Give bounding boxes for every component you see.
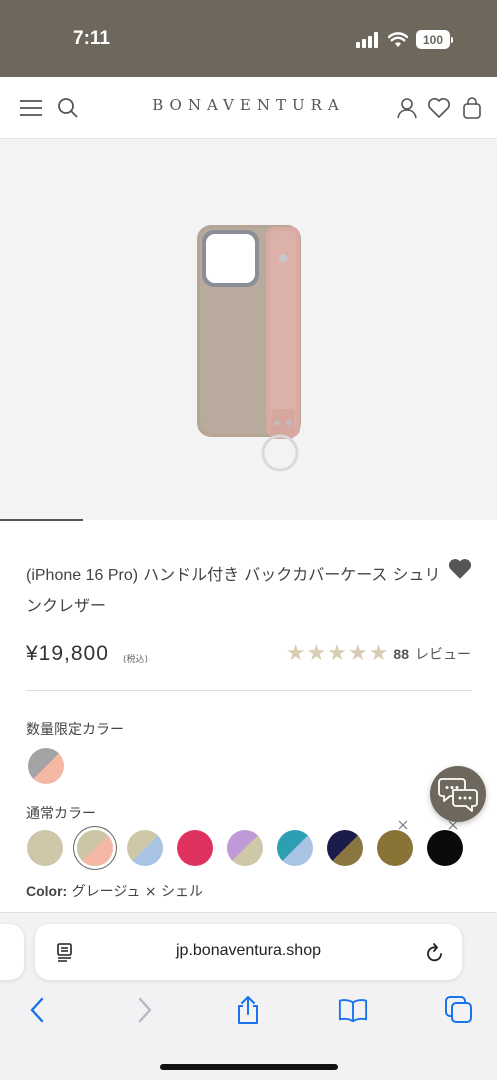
sold-out-mark-icon: [398, 820, 408, 830]
bag-icon[interactable]: [459, 95, 485, 121]
color-prefix: Color:: [26, 883, 68, 899]
image-carousel-indicator: [0, 519, 83, 521]
home-indicator: [160, 1064, 338, 1070]
swatch-greige-shell[interactable]: [77, 830, 113, 866]
swatch-beige-blue[interactable]: [127, 830, 163, 866]
swatch-pink[interactable]: [177, 830, 213, 866]
forward-icon[interactable]: [130, 995, 160, 1025]
limited-color-label: 数量限定カラー: [26, 722, 124, 738]
brand-logo[interactable]: BONAVENTURA: [0, 96, 497, 114]
star-icon: ★: [368, 641, 389, 666]
price: ¥19,800: [26, 642, 109, 665]
wifi-icon: [388, 31, 408, 47]
review-count: 88: [393, 646, 409, 662]
back-icon[interactable]: [22, 995, 52, 1025]
previous-tab-preview[interactable]: [0, 924, 24, 980]
review-label: レビュー: [415, 647, 471, 663]
address-bar[interactable]: jp.bonaventura.shop: [35, 924, 462, 980]
selected-color-line: Color: グレージュ × シェル: [26, 881, 203, 901]
battery-level: 100: [416, 30, 450, 49]
divider: [26, 690, 472, 691]
product-image[interactable]: [0, 139, 497, 520]
price-row: ¥19,800 (税込) ★ ★ ★ ★ ★ 88 レビュー: [26, 642, 471, 672]
chat-button[interactable]: [430, 766, 486, 822]
url-text[interactable]: jp.bonaventura.shop: [35, 942, 462, 960]
limited-gray-shell[interactable]: [28, 748, 64, 784]
swatch-beige[interactable]: [27, 830, 63, 866]
favorite-heart-icon[interactable]: [447, 557, 473, 585]
swatch-olive[interactable]: [377, 830, 413, 866]
phone-case-image: [197, 225, 301, 472]
account-icon[interactable]: [394, 95, 420, 121]
swatch-lavender-beige[interactable]: [227, 830, 263, 866]
chat-icon: [438, 778, 478, 812]
browser-toolbar-area: jp.bonaventura.shop: [0, 912, 497, 1080]
status-icons: 100: [356, 30, 453, 49]
tax-note: (税込): [123, 655, 149, 665]
swatch-teal-blue[interactable]: [277, 830, 313, 866]
star-icon: ★: [306, 641, 327, 666]
swatch-navy-olive[interactable]: [327, 830, 363, 866]
status-bar: 7:11 100: [0, 0, 497, 77]
heart-icon[interactable]: [426, 95, 452, 121]
tabs-icon[interactable]: [444, 995, 474, 1025]
site-header: BONAVENTURA: [0, 77, 497, 139]
product-title-model: (iPhone 16 Pro): [26, 567, 139, 584]
reload-icon[interactable]: [425, 941, 445, 963]
bookmarks-icon[interactable]: [338, 995, 368, 1025]
status-time: 7:11: [73, 28, 110, 49]
swatch-black[interactable]: [427, 830, 463, 866]
selected-color-name: グレージュ × シェル: [67, 884, 204, 900]
star-icon: ★: [285, 641, 306, 666]
share-icon[interactable]: [233, 995, 263, 1025]
regular-color-label: 通常カラー: [26, 806, 96, 822]
star-icon: ★: [327, 641, 347, 666]
star-icon: ★: [347, 641, 368, 666]
product-title: (iPhone 16 Pro) ハンドル付き バックカバーケース シュリンクレザ…: [26, 560, 441, 621]
cellular-signal-icon: [356, 31, 378, 48]
battery-icon: 100: [416, 30, 453, 49]
rating[interactable]: ★ ★ ★ ★ ★ 88 レビュー: [286, 643, 471, 665]
